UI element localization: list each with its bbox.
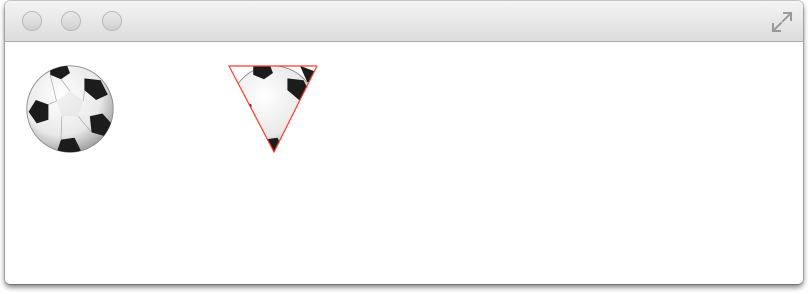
- fullscreen-icon[interactable]: [769, 9, 795, 35]
- close-button[interactable]: [22, 11, 42, 31]
- title-bar[interactable]: [5, 1, 803, 42]
- soccer-ball-icon: [229, 66, 317, 152]
- app-window: [5, 1, 803, 284]
- zoom-button[interactable]: [102, 11, 122, 31]
- minimize-button[interactable]: [61, 11, 81, 31]
- content-area: [5, 42, 803, 284]
- soccer-ball-triangle-clipped-image: [228, 65, 317, 154]
- soccer-ball-image: [26, 65, 114, 153]
